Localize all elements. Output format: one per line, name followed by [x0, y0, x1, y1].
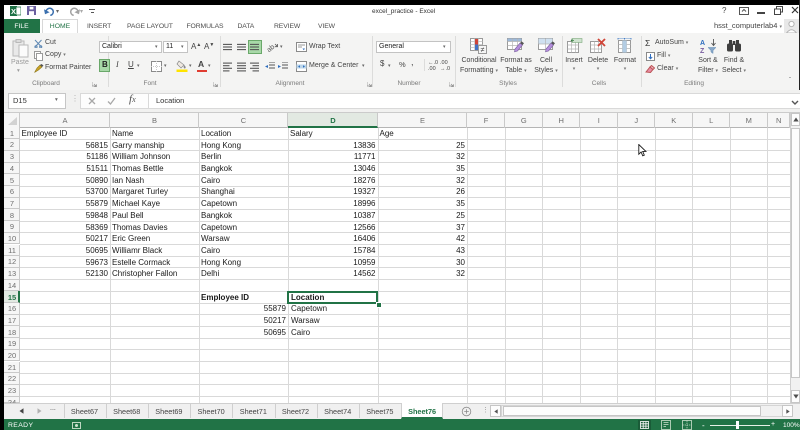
svg-text:A: A — [700, 40, 705, 47]
svg-text:≠: ≠ — [481, 47, 485, 54]
svg-text:ab: ab — [266, 44, 276, 53]
svg-text:X: X — [11, 7, 16, 16]
svg-text:Z: Z — [700, 48, 705, 54]
